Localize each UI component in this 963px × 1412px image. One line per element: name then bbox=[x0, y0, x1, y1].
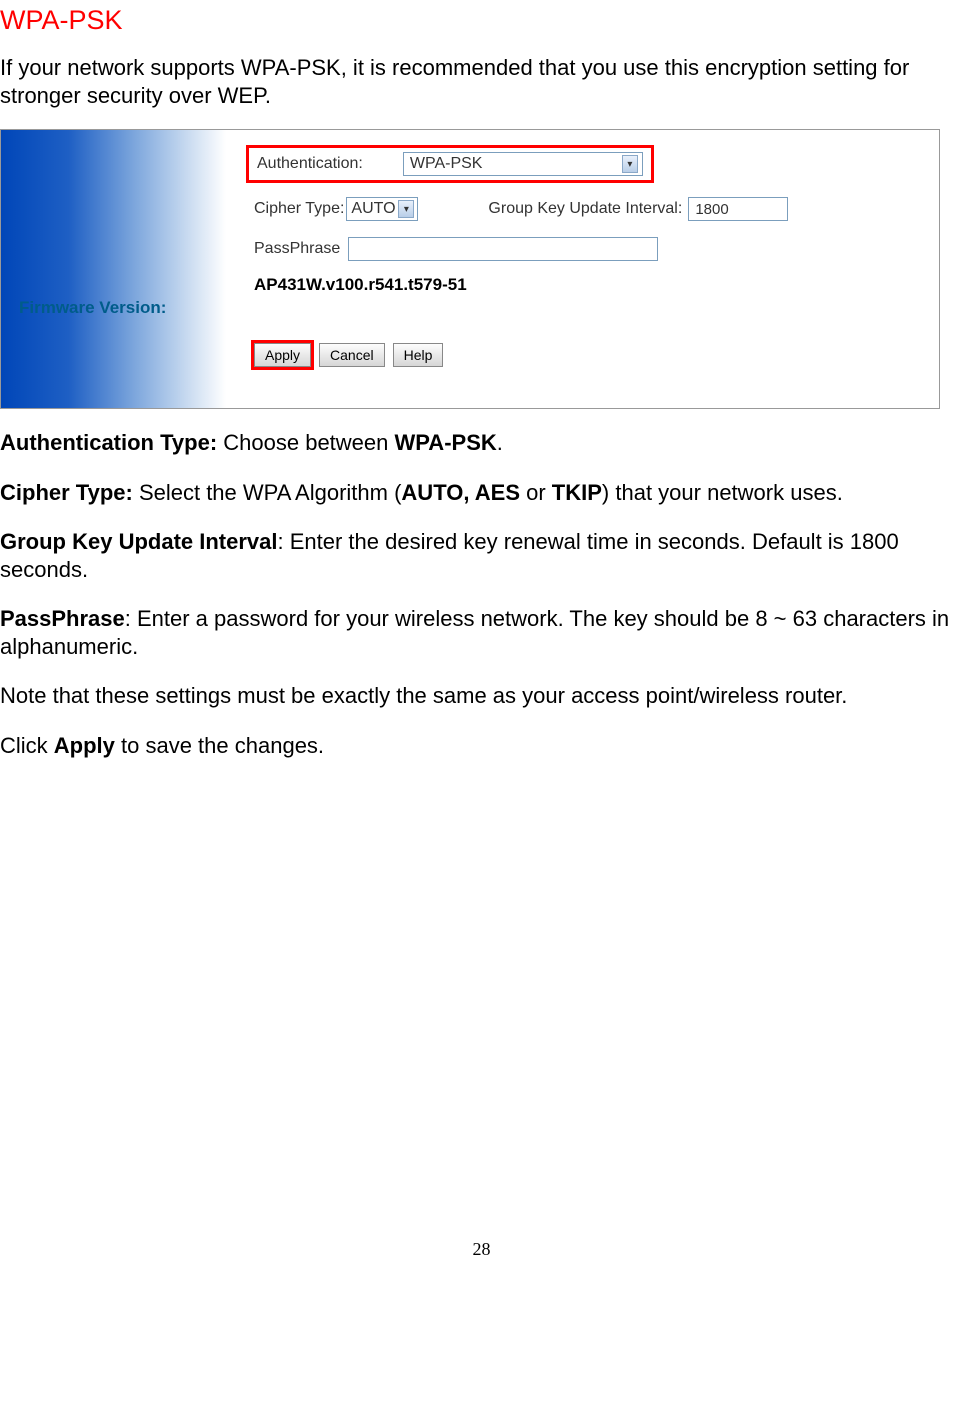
auth-type-paragraph: Authentication Type: Choose between WPA-… bbox=[0, 429, 963, 457]
cipher-type-paragraph: Cipher Type: Select the WPA Algorithm (A… bbox=[0, 479, 963, 507]
form-area: Authentication: WPA-PSK ▾ Cipher Type: A… bbox=[226, 130, 939, 408]
config-screenshot: Firmware Version: Authentication: WPA-PS… bbox=[0, 129, 940, 409]
group-key-label: Group Key Update Interval: bbox=[488, 200, 682, 218]
chevron-down-icon: ▾ bbox=[622, 155, 638, 173]
group-key-value: 1800 bbox=[695, 201, 728, 218]
firmware-version-value: AP431W.v100.r541.t579-51 bbox=[246, 275, 919, 295]
auth-type-text1: Choose between bbox=[217, 430, 394, 455]
note-paragraph: Note that these settings must be exactly… bbox=[0, 682, 963, 710]
cipher-type-bold2: AUTO, AES bbox=[401, 480, 520, 505]
cipher-type-select[interactable]: AUTO ▾ bbox=[346, 197, 418, 221]
passphrase-label: PassPhrase bbox=[254, 240, 340, 258]
cipher-type-bold: Cipher Type: bbox=[0, 480, 133, 505]
group-key-group: Group Key Update Interval: 1800 bbox=[488, 197, 788, 221]
authentication-select[interactable]: WPA-PSK ▾ bbox=[403, 152, 643, 176]
cipher-type-text2: or bbox=[520, 480, 552, 505]
group-key-bold: Group Key Update Interval bbox=[0, 529, 278, 554]
cipher-type-value: AUTO bbox=[351, 200, 395, 218]
cipher-type-text1: Select the WPA Algorithm ( bbox=[133, 480, 402, 505]
firmware-version-label: Firmware Version: bbox=[19, 298, 166, 318]
sidebar-gradient: Firmware Version: bbox=[1, 130, 226, 408]
passphrase-input[interactable] bbox=[348, 237, 658, 261]
chevron-down-icon: ▾ bbox=[398, 200, 414, 218]
intro-paragraph: If your network supports WPA-PSK, it is … bbox=[0, 54, 963, 109]
group-key-input[interactable]: 1800 bbox=[688, 197, 788, 221]
group-key-paragraph: Group Key Update Interval: Enter the des… bbox=[0, 528, 963, 583]
section-heading: WPA-PSK bbox=[0, 5, 963, 36]
apply-button[interactable]: Apply bbox=[254, 343, 311, 367]
cipher-type-text3: ) that your network uses. bbox=[602, 480, 843, 505]
cipher-group: Cipher Type: AUTO ▾ bbox=[254, 197, 418, 221]
authentication-label: Authentication: bbox=[257, 155, 363, 173]
cipher-type-bold3: TKIP bbox=[552, 480, 602, 505]
auth-type-bold: Authentication Type: bbox=[0, 430, 217, 455]
authentication-value: WPA-PSK bbox=[410, 155, 483, 173]
help-button[interactable]: Help bbox=[393, 343, 444, 367]
click-apply-paragraph: Click Apply to save the changes. bbox=[0, 732, 963, 760]
passphrase-bold: PassPhrase bbox=[0, 606, 125, 631]
passphrase-text1: : Enter a password for your wireless net… bbox=[0, 606, 949, 659]
button-row: Apply Cancel Help bbox=[246, 343, 919, 367]
page-number: 28 bbox=[0, 1239, 963, 1260]
click-text1: Click bbox=[0, 733, 54, 758]
click-text2: to save the changes. bbox=[115, 733, 324, 758]
cipher-row: Cipher Type: AUTO ▾ Group Key Update Int… bbox=[246, 197, 919, 221]
cipher-type-label: Cipher Type: bbox=[254, 200, 344, 218]
passphrase-row: PassPhrase bbox=[246, 237, 919, 261]
cancel-button[interactable]: Cancel bbox=[319, 343, 385, 367]
auth-type-text2: . bbox=[497, 430, 503, 455]
authentication-row: Authentication: WPA-PSK ▾ bbox=[246, 145, 654, 183]
auth-type-bold2: WPA-PSK bbox=[395, 430, 497, 455]
passphrase-paragraph: PassPhrase: Enter a password for your wi… bbox=[0, 605, 963, 660]
click-bold1: Apply bbox=[54, 733, 115, 758]
